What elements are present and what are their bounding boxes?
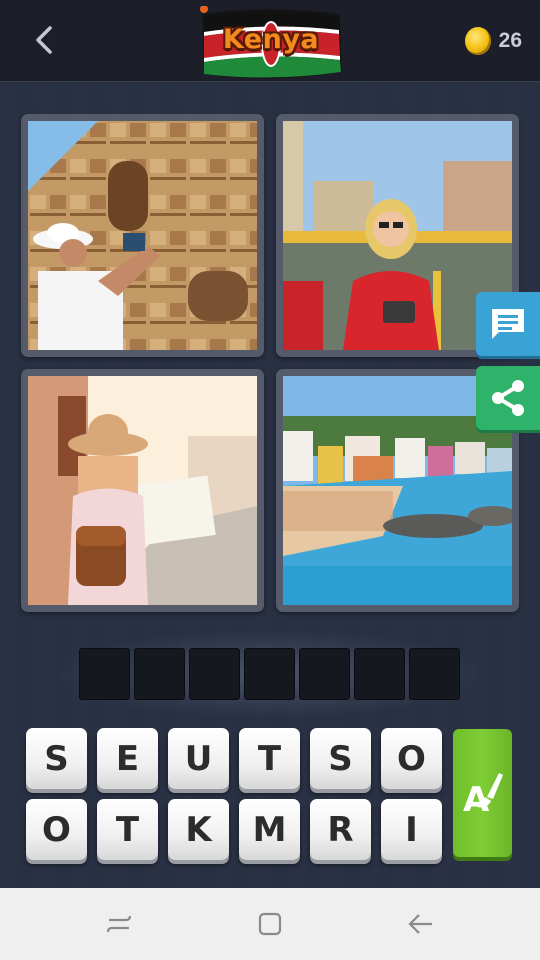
letter-tile[interactable]: T [97,799,158,860]
chat-icon [492,309,524,339]
recent-apps-button[interactable] [101,906,137,942]
answer-slot[interactable] [354,648,405,700]
coin-icon [464,27,491,55]
coin-count: 26 [498,29,522,52]
photo-3[interactable] [21,369,264,612]
answer-slot[interactable] [299,648,350,700]
letter-tiles: S E U T S O O T K M R I [26,728,446,860]
coin-counter[interactable]: 26 [464,24,522,58]
recent-apps-icon [106,915,132,933]
hint-button[interactable]: A [453,729,512,857]
answer-slot[interactable] [189,648,240,700]
letter-tile[interactable]: U [168,728,229,789]
answer-slot[interactable] [79,648,130,700]
letter-tile[interactable]: E [97,728,158,789]
answer-slot[interactable] [244,648,295,700]
letter-tile[interactable]: T [239,728,300,789]
letter-tile[interactable]: S [26,728,87,789]
answer-slot[interactable] [409,648,460,700]
letter-tile[interactable]: I [381,799,442,860]
nav-back-button[interactable] [403,906,439,942]
letter-tile[interactable]: M [239,799,300,860]
letter-tile[interactable]: K [168,799,229,860]
level-title: Kenya [222,24,320,55]
chevron-left-icon [36,26,52,54]
answer-slots [79,648,460,700]
letter-tile[interactable]: O [381,728,442,789]
home-icon [258,912,282,936]
letter-tile[interactable]: R [310,799,371,860]
back-button[interactable] [22,18,66,62]
brush-icon: A [463,773,503,819]
letter-tile[interactable]: S [310,728,371,789]
level-flag-badge: Kenya [198,6,344,80]
share-button[interactable] [476,366,540,430]
system-nav-bar [0,888,540,960]
back-arrow-icon [408,914,432,934]
top-bar: Kenya 26 [0,0,540,82]
share-icon [492,380,524,416]
answer-slot[interactable] [134,648,185,700]
photo-1[interactable] [21,114,264,357]
home-button[interactable] [252,906,288,942]
chat-button[interactable] [476,292,540,356]
letter-tile[interactable]: O [26,799,87,860]
